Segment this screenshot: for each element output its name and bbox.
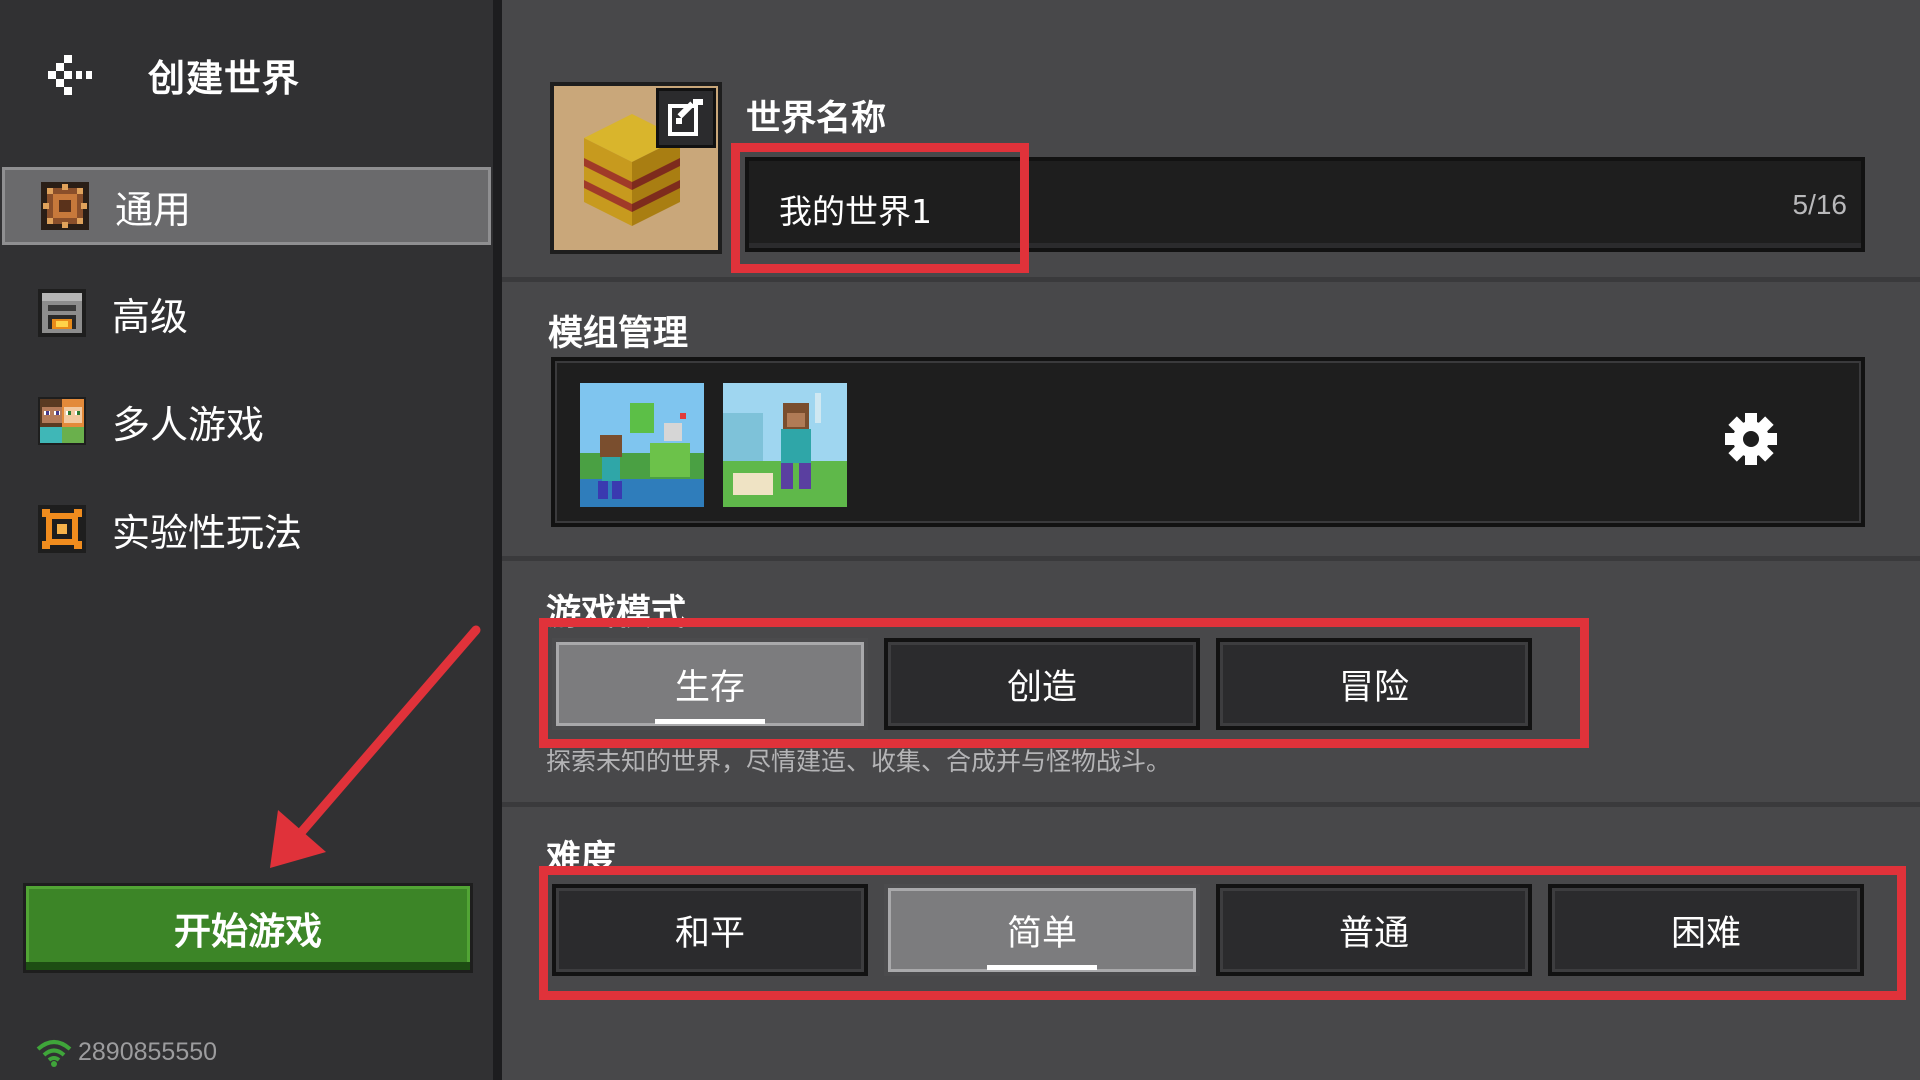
page-title: 创建世界 [148,57,300,100]
annotation-arrow-icon [270,625,481,868]
difficulty-option-label: 和平 [674,913,745,954]
pack-thumbnail-2[interactable] [723,383,847,507]
sidebar-item-label: 高级 [112,294,189,339]
section-divider [502,556,1920,561]
world-name-char-count: 5/16 [1792,189,1848,220]
game-mode-description: 探索未知的世界，尽情建造、收集、合成并与怪物战斗。 [546,747,1172,776]
sidebar-item-general[interactable]: 通用 [2,167,491,245]
selected-indicator [987,965,1097,970]
difficulty-normal-button[interactable]: 普通 [1216,884,1532,976]
furnace-icon [38,289,86,337]
game-mode-option-label: 生存 [674,667,745,708]
game-mode-option-label: 创造 [1006,667,1077,708]
game-mode-survival-button[interactable]: 生存 [552,638,868,730]
players-icon [38,397,86,445]
packs-panel[interactable] [551,357,1865,527]
difficulty-option-label: 困难 [1670,913,1741,954]
general-settings-icon [41,182,89,230]
pack-thumbnail-1[interactable] [580,383,704,507]
game-mode-adventure-button[interactable]: 冒险 [1216,638,1532,730]
world-thumbnail-image [554,86,718,250]
sidebar-item-label: 通用 [115,187,192,232]
world-thumbnail[interactable] [550,82,722,254]
difficulty-option-label: 普通 [1338,913,1409,954]
sidebar-item-experiments[interactable]: 实验性玩法 [0,490,493,568]
section-divider [502,802,1920,807]
game-mode-option-label: 冒险 [1338,667,1409,708]
sidebar: 创建世界 通用 高级 多人游戏 实验性玩法 开始游戏 2890855550 [0,0,493,1080]
back-arrow-icon[interactable] [44,49,96,101]
sidebar-item-label: 多人游戏 [112,402,265,447]
gear-icon[interactable] [1723,411,1779,467]
world-name-field[interactable]: 我的世界1 5/16 [745,157,1865,252]
sidebar-divider [493,0,502,1080]
sidebar-item-multiplayer[interactable]: 多人游戏 [0,382,493,460]
wifi-icon [36,1039,72,1067]
edit-icon [668,99,703,136]
difficulty-option-label: 简单 [1006,913,1077,954]
packs-label: 模组管理 [548,314,689,354]
sidebar-item-label: 实验性玩法 [112,510,303,555]
game-mode-label: 游戏模式 [546,593,687,633]
start-game-button[interactable]: 开始游戏 [23,883,473,973]
difficulty-label: 难度 [546,839,617,879]
difficulty-peaceful-button[interactable]: 和平 [552,884,868,976]
difficulty-easy-button[interactable]: 简单 [884,884,1200,976]
player-id: 2890855550 [78,1038,218,1066]
edit-thumbnail-button[interactable] [656,88,716,148]
selected-indicator [655,719,765,724]
world-name-label: 世界名称 [746,99,887,139]
game-mode-creative-button[interactable]: 创造 [884,638,1200,730]
experiments-icon [38,505,86,553]
world-name-value: 我的世界1 [779,192,932,231]
sidebar-item-advanced[interactable]: 高级 [0,274,493,352]
difficulty-hard-button[interactable]: 困难 [1548,884,1864,976]
connection-status: 2890855550 [36,1038,217,1067]
section-divider [502,277,1920,282]
title-row: 创建世界 [44,44,300,106]
